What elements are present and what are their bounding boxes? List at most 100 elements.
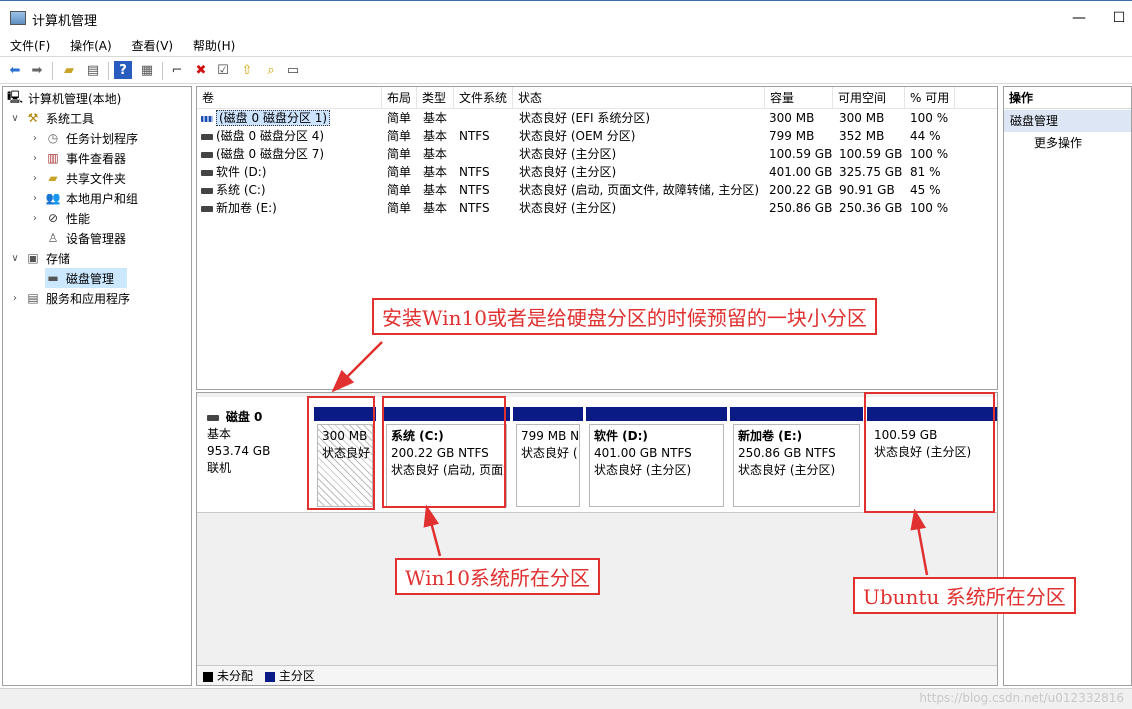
navigation-tree: 🖳 计算机管理(本地) ∨ ⚒ 系统工具 › ◷ 任务计划程序 › ▥ 事件查看器 › ▰ 共享文… xyxy=(2,86,192,686)
tree-item-services[interactable]: › ▤ 服务和应用程序 xyxy=(9,288,130,308)
watermark: https://blog.csdn.net/u012332816 xyxy=(919,691,1124,705)
tree-item-task-scheduler[interactable]: › ◷ 任务计划程序 xyxy=(29,128,138,148)
disk-icon: ▬ xyxy=(47,271,59,285)
tree-item-local-users[interactable]: › 👥 本地用户和组 xyxy=(29,188,138,208)
volume-icon xyxy=(201,115,213,122)
table-row[interactable]: 新加卷 (E:) 简单 基本 NTFS 状态良好 (主分区) 250.86 GB… xyxy=(197,199,997,217)
table-row[interactable]: 系统 (C:) 简单 基本 NTFS 状态良好 (启动, 页面文件, 故障转储,… xyxy=(197,181,997,199)
toolbar: ⬅ ➡ ▰ ▤ ? ▦ ⌐ ✖ ☑ ⇧ ⌕ ▭ xyxy=(0,56,1132,84)
disk-kind: 基本 xyxy=(207,427,232,441)
col-percent-free[interactable]: % 可用 xyxy=(905,87,955,109)
chevron-right-icon[interactable]: › xyxy=(29,173,41,184)
tree-item-device-manager[interactable]: ♙ 设备管理器 xyxy=(45,228,126,248)
volume-icon xyxy=(201,151,213,158)
volume-icon xyxy=(201,169,213,176)
highlight-win10-partition xyxy=(382,396,506,508)
status-bar: https://blog.csdn.net/u012332816 xyxy=(0,688,1132,709)
partition-bar xyxy=(730,407,863,421)
chevron-right-icon[interactable]: › xyxy=(9,293,21,304)
col-free-space[interactable]: 可用空间 xyxy=(833,87,905,109)
window-title: 计算机管理 xyxy=(32,14,98,29)
tree-item-root[interactable]: 🖳 计算机管理(本地) xyxy=(7,88,121,108)
connect-icon[interactable]: ⌐ xyxy=(168,61,186,79)
tools-icon: ⚒ xyxy=(27,111,39,125)
disk-state: 联机 xyxy=(207,461,232,475)
col-status[interactable]: 状态 xyxy=(513,87,765,109)
table-row[interactable]: 软件 (D:) 简单 基本 NTFS 状态良好 (主分区) 401.00 GB … xyxy=(197,163,997,181)
volume-list: 卷 布局 类型 文件系统 状态 容量 可用空间 % 可用 (磁盘 0 磁盘分区 … xyxy=(196,86,998,390)
help-icon[interactable]: ? xyxy=(114,61,132,79)
console-icon[interactable]: ▭ xyxy=(284,61,302,79)
services-icon: ▤ xyxy=(27,291,39,305)
chevron-right-icon[interactable]: › xyxy=(29,193,41,204)
table-row[interactable]: (磁盘 0 磁盘分区 1) 简单 基本 状态良好 (EFI 系统分区) 300 … xyxy=(197,109,997,127)
highlight-ubuntu-partition xyxy=(864,392,995,513)
shared-folder-icon: ▰ xyxy=(48,171,58,185)
event-log-icon: ▥ xyxy=(47,151,59,165)
table-row[interactable]: (磁盘 0 磁盘分区 4) 简单 基本 NTFS 状态良好 (OEM 分区) 7… xyxy=(197,127,997,145)
tree-item-system-tools[interactable]: ∨ ⚒ 系统工具 xyxy=(9,108,94,128)
col-layout[interactable]: 布局 xyxy=(382,87,417,109)
partition-box: 新加卷 (E:) 250.86 GB NTFS 状态良好 (主分区) xyxy=(733,424,860,507)
chevron-right-icon[interactable]: › xyxy=(29,213,41,224)
maximize-button[interactable]: ☐ xyxy=(1104,7,1132,29)
actions-header: 操作 xyxy=(1004,87,1131,109)
show-hide-tree-icon[interactable]: ▤ xyxy=(84,61,102,79)
menu-help[interactable]: 帮助(H) xyxy=(187,34,241,54)
partition-bar xyxy=(513,407,583,421)
more-actions-link[interactable]: 更多操作 xyxy=(1004,132,1131,154)
chevron-right-icon[interactable]: › xyxy=(29,153,41,164)
toolbar-separator xyxy=(52,62,53,80)
device-manager-icon: ♙ xyxy=(47,231,59,245)
partition-e[interactable]: 新加卷 (E:) 250.86 GB NTFS 状态良好 (主分区) xyxy=(730,407,863,511)
partition-oem[interactable]: 799 MB N 状态良好 ( xyxy=(513,407,583,511)
checklist-icon[interactable]: ☑ xyxy=(214,61,232,79)
up-folder-icon[interactable]: ▰ xyxy=(60,61,78,79)
menu-view[interactable]: 查看(V) xyxy=(126,34,180,54)
export-icon[interactable]: ⇧ xyxy=(238,61,256,79)
toolbar-separator xyxy=(108,62,109,80)
chevron-down-icon[interactable]: ∨ xyxy=(9,253,21,264)
chevron-right-icon[interactable]: › xyxy=(29,133,41,144)
disk-info[interactable]: 磁盘 0 基本 953.74 GB 联机 xyxy=(207,409,270,477)
tree-item-disk-management[interactable]: ▬ 磁盘管理 xyxy=(45,268,127,288)
disk-icon xyxy=(207,414,219,421)
partition-d[interactable]: 软件 (D:) 401.00 GB NTFS 状态良好 (主分区) xyxy=(586,407,727,511)
tree-item-storage[interactable]: ∨ ▣ 存储 xyxy=(9,248,70,268)
volume-icon xyxy=(201,133,213,140)
delete-icon[interactable]: ✖ xyxy=(192,61,210,79)
col-volume[interactable]: 卷 xyxy=(197,87,382,109)
col-capacity[interactable]: 容量 xyxy=(765,87,833,109)
table-row[interactable]: (磁盘 0 磁盘分区 7) 简单 基本 状态良好 (主分区) 100.59 GB… xyxy=(197,145,997,163)
col-type[interactable]: 类型 xyxy=(417,87,454,109)
clock-icon: ◷ xyxy=(47,131,59,145)
tree-item-shared-folders[interactable]: › ▰ 共享文件夹 xyxy=(29,168,126,188)
forward-arrow-icon[interactable]: ➡ xyxy=(28,61,46,79)
users-icon: 👥 xyxy=(45,191,61,205)
tree-item-performance[interactable]: › ⊘ 性能 xyxy=(29,208,90,228)
menu-action[interactable]: 操作(A) xyxy=(64,34,118,54)
menu-file[interactable]: 文件(F) xyxy=(4,34,56,54)
annotation-ubuntu: Ubuntu 系统所在分区 xyxy=(853,577,1076,614)
partition-box: 软件 (D:) 401.00 GB NTFS 状态良好 (主分区) xyxy=(589,424,724,507)
performance-icon: ⊘ xyxy=(47,211,59,225)
volume-list-header: 卷 布局 类型 文件系统 状态 容量 可用空间 % 可用 xyxy=(197,87,997,109)
disk-name: 磁盘 0 xyxy=(225,410,263,424)
annotation-win10: Win10系统所在分区 xyxy=(395,558,600,595)
menu-bar: 文件(F) 操作(A) 查看(V) 帮助(H) xyxy=(0,34,1132,56)
minimize-button[interactable]: — xyxy=(1064,7,1094,29)
computer-icon: 🖳 xyxy=(7,89,24,104)
annotation-reserved: 安装Win10或者是给硬盘分区的时候预留的一块小分区 xyxy=(372,298,877,335)
col-filesystem[interactable]: 文件系统 xyxy=(454,87,513,109)
volume-icon xyxy=(201,205,213,212)
tree-item-event-viewer[interactable]: › ▥ 事件查看器 xyxy=(29,148,126,168)
chevron-down-icon[interactable]: ∨ xyxy=(9,113,21,124)
actions-disk-management[interactable]: 磁盘管理 xyxy=(1004,110,1131,132)
properties-pane-icon[interactable]: ▦ xyxy=(138,61,156,79)
title-bar: 计算机管理 — ☐ xyxy=(0,0,1132,34)
volume-icon xyxy=(201,187,213,194)
storage-icon: ▣ xyxy=(27,251,39,265)
primary-swatch xyxy=(264,671,275,682)
search-icon[interactable]: ⌕ xyxy=(262,61,280,79)
back-arrow-icon[interactable]: ⬅ xyxy=(6,61,24,79)
